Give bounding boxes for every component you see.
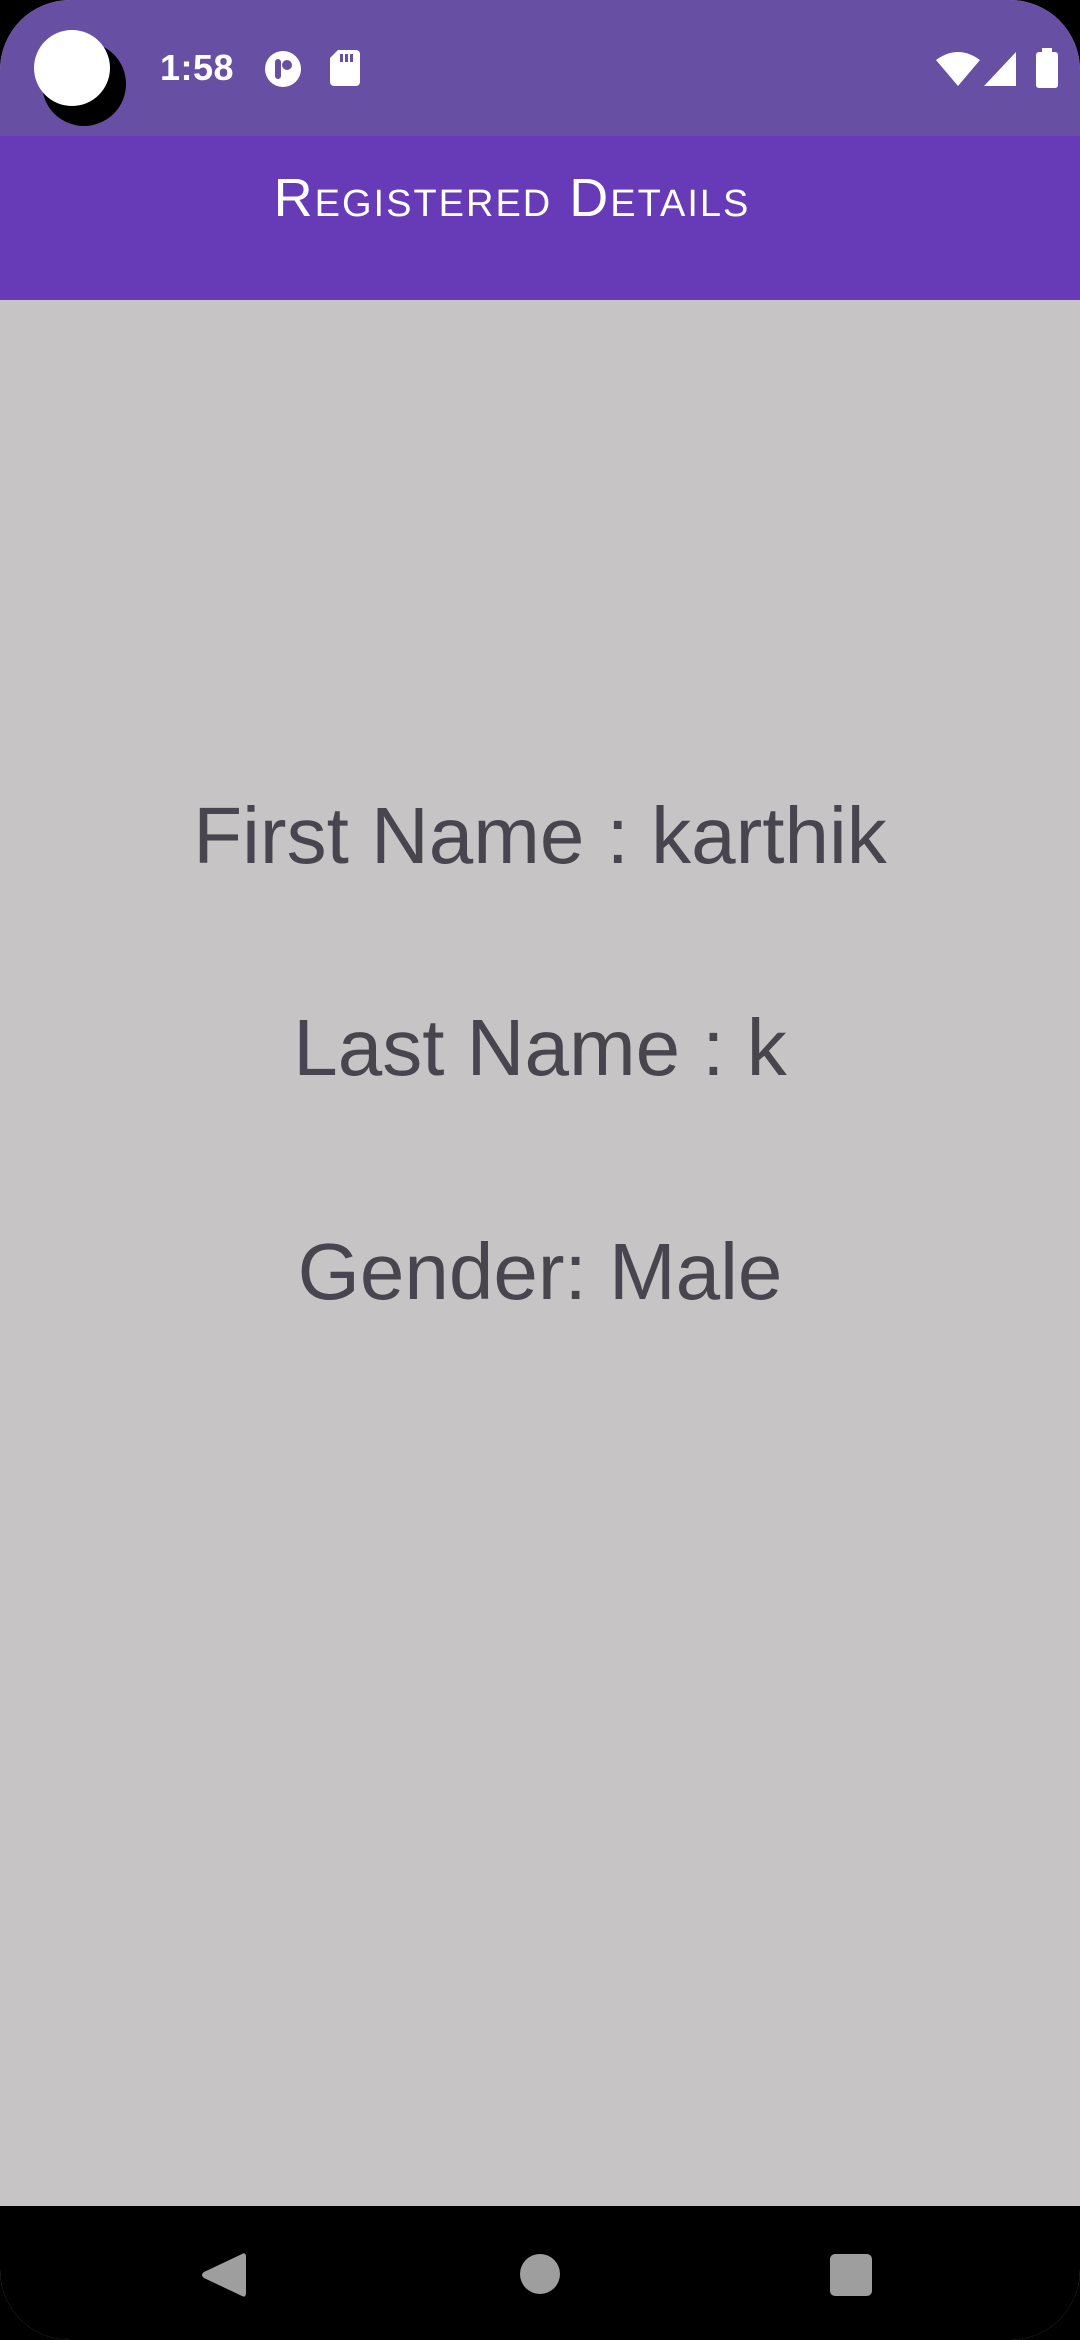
wifi-icon <box>936 52 980 86</box>
phone-screen: 1:58 Registered Details First Name: kar… <box>0 0 1080 2340</box>
app-notification-icon <box>264 50 302 88</box>
app-bar: Registered Details <box>0 136 1080 300</box>
last-name-text: Last Name : k <box>293 1003 787 1092</box>
navigation-bar <box>0 2206 1080 2340</box>
battery-icon <box>1036 48 1058 88</box>
camera-cutout <box>34 30 126 128</box>
status-time: 1:58 <box>160 47 235 88</box>
home-icon[interactable] <box>520 2254 560 2294</box>
camera-lens <box>34 30 110 106</box>
recents-icon[interactable] <box>830 2254 872 2296</box>
details-content: First Name : karthik Last Name : k Gende… <box>0 300 1080 2204</box>
gender-text: Gender: Male <box>297 1227 783 1316</box>
signal-icon <box>984 52 1016 86</box>
page-title: Registered Details <box>273 168 751 228</box>
sd-card-icon <box>330 50 360 86</box>
status-bar: 1:58 <box>0 0 1080 136</box>
back-icon[interactable] <box>200 2250 246 2300</box>
first-name-text: First Name : karthik <box>193 791 887 880</box>
